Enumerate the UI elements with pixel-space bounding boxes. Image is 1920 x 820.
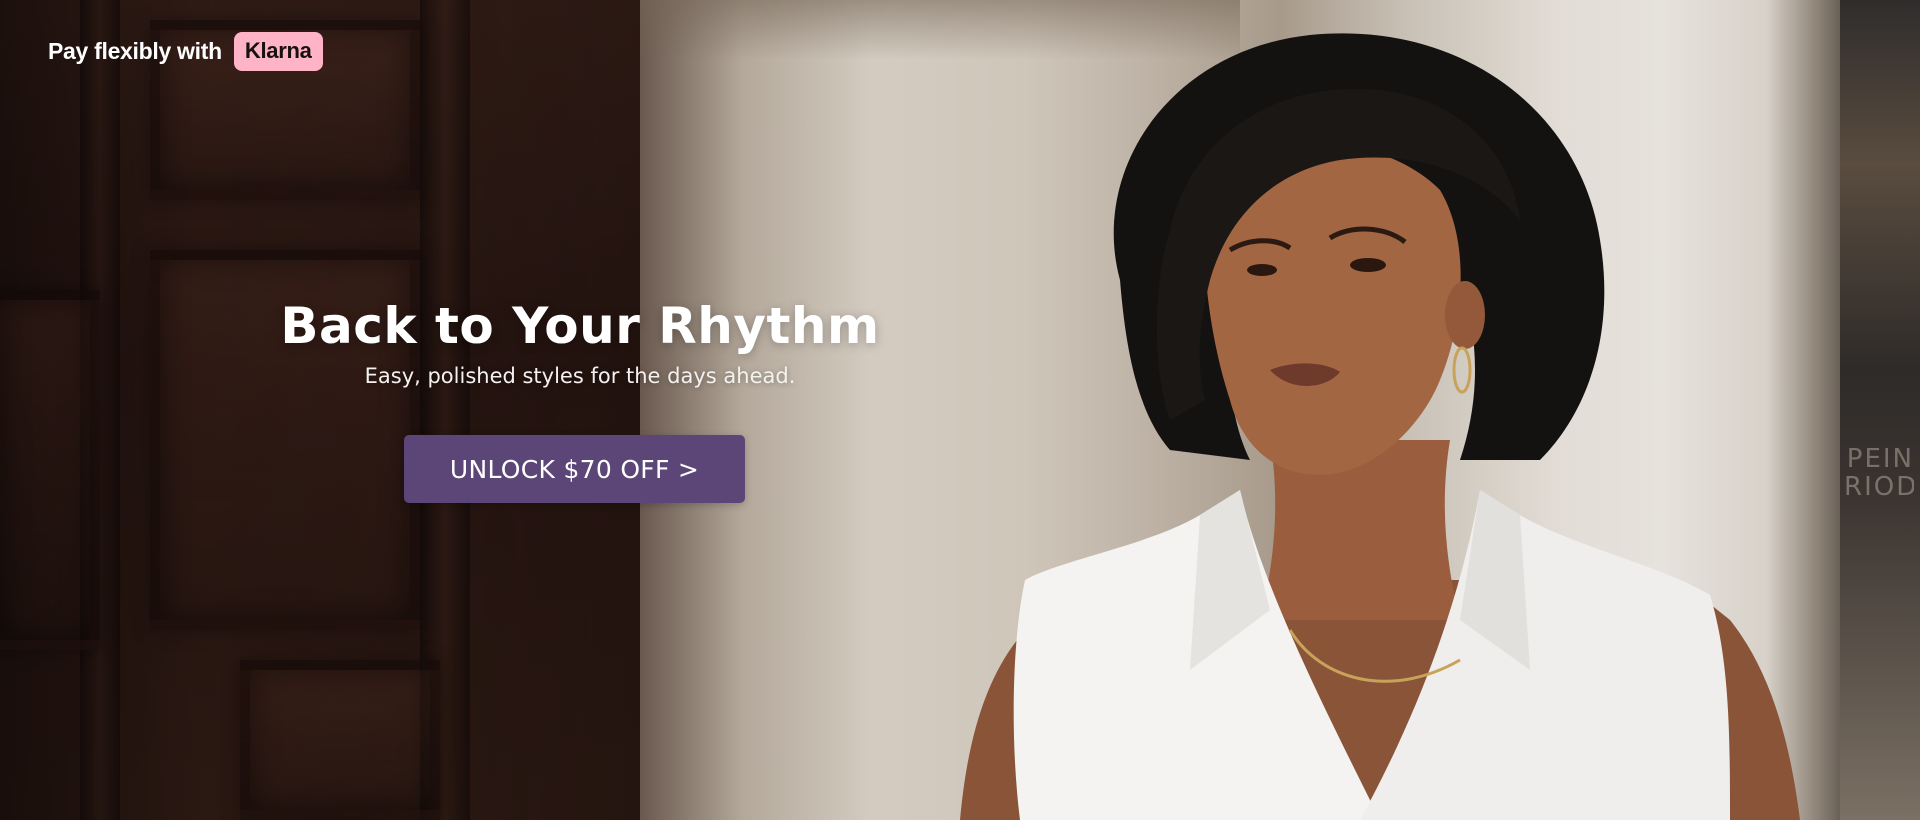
hero-copy: Back to Your Rhythm Easy, polished style… xyxy=(280,296,880,390)
klarna-promo-label: Pay flexibly with xyxy=(48,37,222,64)
model-ear xyxy=(1445,281,1485,349)
unlock-offer-button[interactable]: UNLOCK $70 OFF > xyxy=(404,435,745,503)
background-vignette xyxy=(0,0,900,820)
model-photo xyxy=(940,20,1840,820)
signage-text: PEIN RIOD xyxy=(1844,445,1914,501)
model-eye xyxy=(1350,258,1386,272)
model-illustration xyxy=(960,33,1800,820)
background-signage: PEIN RIOD xyxy=(1840,0,1920,820)
model-eye xyxy=(1247,264,1277,276)
hero-title: Back to Your Rhythm xyxy=(280,297,880,355)
hero-banner: PEIN RIOD Pay flexibly with Klarna Back … xyxy=(0,0,1920,820)
earring xyxy=(1452,346,1472,394)
hero-subtitle: Easy, polished styles for the days ahead… xyxy=(364,364,796,388)
klarna-promo[interactable]: Pay flexibly with Klarna xyxy=(48,31,323,71)
klarna-logo: Klarna xyxy=(233,31,323,71)
